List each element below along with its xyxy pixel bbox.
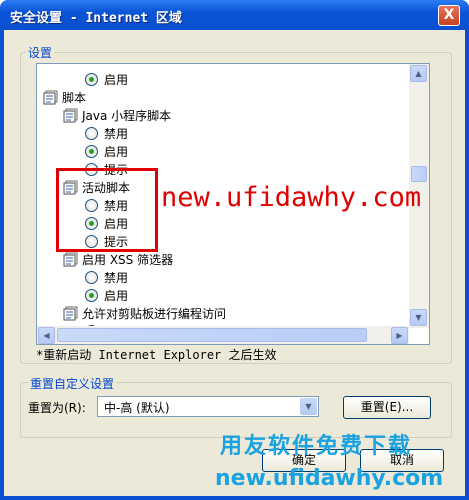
watermark-url: new.ufidawhy.com bbox=[215, 466, 444, 491]
setting-option[interactable]: 禁用 bbox=[85, 125, 128, 143]
reset-level-value: 中-高 (默认) bbox=[104, 401, 170, 415]
scroll-left-button[interactable]: ◀ bbox=[38, 327, 55, 344]
setting-label: 启用 bbox=[104, 73, 129, 87]
scroll-thumb[interactable] bbox=[411, 166, 427, 182]
setting-heading: Java 小程序脚本 bbox=[63, 107, 171, 125]
reset-button[interactable]: 重置(E)... bbox=[343, 396, 431, 419]
chevron-down-icon[interactable]: ▼ bbox=[300, 398, 317, 415]
title-bar: 安全设置 - Internet 区域 X bbox=[0, 0, 469, 30]
restart-note: *重新启动 Internet Explorer 之后生效 bbox=[36, 348, 277, 362]
close-button[interactable]: X bbox=[438, 5, 460, 26]
setting-label: 启用 XSS 筛选器 bbox=[82, 253, 174, 267]
setting-option[interactable]: 启用 bbox=[85, 143, 128, 161]
radio-checked-icon[interactable] bbox=[85, 73, 98, 86]
setting-label: Java 小程序脚本 bbox=[82, 109, 172, 123]
setting-label: 启用 bbox=[104, 289, 129, 303]
radio-checked-icon[interactable] bbox=[85, 289, 98, 302]
window-title: 安全设置 - Internet 区域 bbox=[10, 11, 182, 26]
scroll-up-button[interactable]: ▲ bbox=[410, 65, 427, 82]
setting-heading: 允许对剪贴板进行编程访问 bbox=[63, 305, 226, 323]
highlight-box bbox=[56, 168, 158, 252]
setting-heading: 脚本 bbox=[43, 89, 86, 107]
script-icon bbox=[63, 252, 78, 267]
scroll-down-button[interactable]: ▼ bbox=[410, 309, 427, 326]
radio-checked-icon[interactable] bbox=[85, 145, 98, 158]
radio-icon[interactable] bbox=[85, 271, 98, 284]
setting-option[interactable]: 启用 bbox=[85, 71, 128, 89]
horizontal-scrollbar[interactable]: ◀ ▶ bbox=[37, 326, 409, 344]
setting-option[interactable]: 启用 bbox=[85, 287, 128, 305]
radio-icon[interactable] bbox=[85, 127, 98, 140]
script-icon bbox=[43, 90, 58, 105]
reset-group-label: 重置自定义设置 bbox=[28, 375, 117, 392]
reset-to-label: 重置为(R): bbox=[28, 401, 86, 415]
setting-option[interactable]: 禁用 bbox=[85, 269, 128, 287]
setting-label: 脚本 bbox=[62, 91, 87, 105]
setting-label: 禁用 bbox=[104, 271, 129, 285]
setting-label: 禁用 bbox=[104, 127, 129, 141]
reset-level-select[interactable]: 中-高 (默认) ▼ bbox=[97, 396, 319, 417]
script-icon bbox=[63, 108, 78, 123]
watermark-brand: 用友软件免费下载 bbox=[220, 434, 413, 459]
setting-heading: 启用 XSS 筛选器 bbox=[63, 251, 173, 269]
script-icon bbox=[63, 306, 78, 321]
setting-label: 允许对剪贴板进行编程访问 bbox=[82, 307, 227, 321]
scroll-thumb-horizontal[interactable] bbox=[57, 328, 367, 342]
settings-group-label: 设置 bbox=[26, 44, 55, 61]
setting-label: 启用 bbox=[104, 145, 129, 159]
watermark-site: new.ufidawhy.com bbox=[161, 182, 422, 213]
scroll-right-button[interactable]: ▶ bbox=[391, 327, 408, 344]
